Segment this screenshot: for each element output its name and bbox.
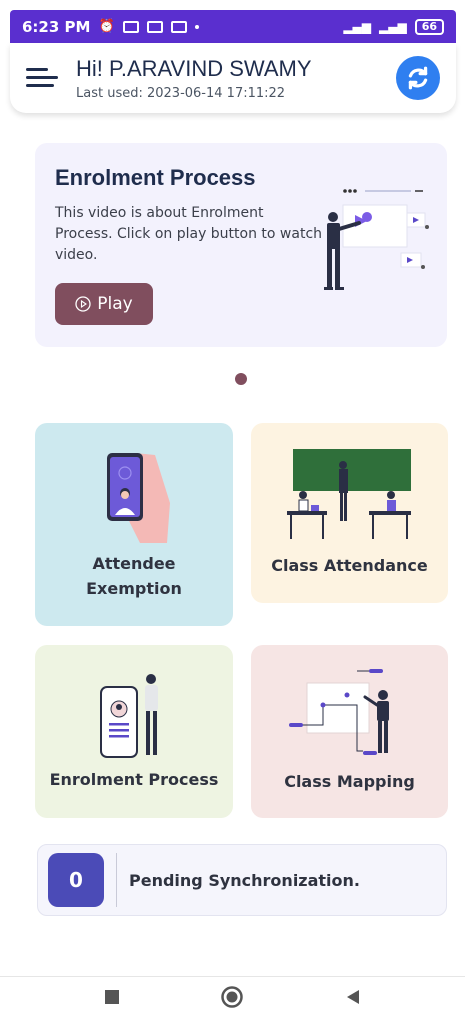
user-greeting: Hi! P.ARAVIND SWAMY <box>76 55 312 81</box>
alarm-icon: ⏰ <box>98 19 115 34</box>
play-button[interactable]: Play <box>55 283 153 325</box>
pending-count-badge: 0 <box>48 853 104 907</box>
pending-sync-label: Pending Synchronization. <box>129 870 360 890</box>
pending-sync-card[interactable]: 0 Pending Synchronization. <box>37 844 447 916</box>
signal-icon-2: ▂▄▆ <box>379 19 407 34</box>
sync-button[interactable] <box>396 56 440 100</box>
tile-label: Class Mapping <box>284 772 415 791</box>
message-icon-3 <box>170 20 187 33</box>
video-banner: Enrolment Process This video is about En… <box>35 143 447 347</box>
recents-icon[interactable] <box>104 989 120 1005</box>
last-used-text: Last used: 2023-06-14 17:11:22 <box>76 85 286 101</box>
greeting-block: Hi! P.ARAVIND SWAMY Last used: 2023-06-1… <box>76 56 312 101</box>
tile-enrolment-process[interactable]: Enrolment Process <box>35 645 233 818</box>
phone-enrolment-illustration <box>100 674 158 758</box>
tile-label: Attendee Exemption <box>86 554 182 598</box>
battery-icon: 66 <box>414 18 444 35</box>
play-label: Play <box>97 294 133 314</box>
back-icon[interactable] <box>344 988 362 1006</box>
banner-description: This video is about Enrolment Process. C… <box>55 205 323 263</box>
system-nav-bar <box>0 976 465 1016</box>
refresh-icon <box>408 66 428 90</box>
banner-title: Enrolment Process <box>55 165 256 190</box>
play-circle-icon <box>75 296 91 312</box>
carousel-dot[interactable] <box>235 373 247 385</box>
status-bar: 6:23 PM ⏰ ▂▄▆ ▂▄▆ 66 <box>10 10 456 43</box>
tile-attendee-exemption[interactable]: Attendee Exemption <box>35 423 233 626</box>
tile-label: Class Attendance <box>271 556 428 575</box>
home-icon[interactable] <box>220 985 244 1009</box>
app-header: Hi! P.ARAVIND SWAMY Last used: 2023-06-1… <box>10 43 456 113</box>
classroom-illustration <box>287 449 411 539</box>
more-notifications-icon <box>194 24 199 29</box>
divider <box>116 853 117 907</box>
signal-icon: ▂▄▆ <box>343 19 371 34</box>
mapping-illustration <box>289 669 389 755</box>
tile-label: Enrolment Process <box>49 770 219 789</box>
menu-icon[interactable] <box>26 66 58 90</box>
tile-class-mapping[interactable]: Class Mapping <box>251 645 448 818</box>
status-time: 6:23 PM <box>22 17 91 36</box>
message-icon <box>122 20 139 33</box>
phone-hand-illustration <box>107 453 170 543</box>
message-icon-2 <box>146 20 163 33</box>
video-presentation-illustration <box>324 189 429 290</box>
tile-class-attendance[interactable]: Class Attendance <box>251 423 448 603</box>
